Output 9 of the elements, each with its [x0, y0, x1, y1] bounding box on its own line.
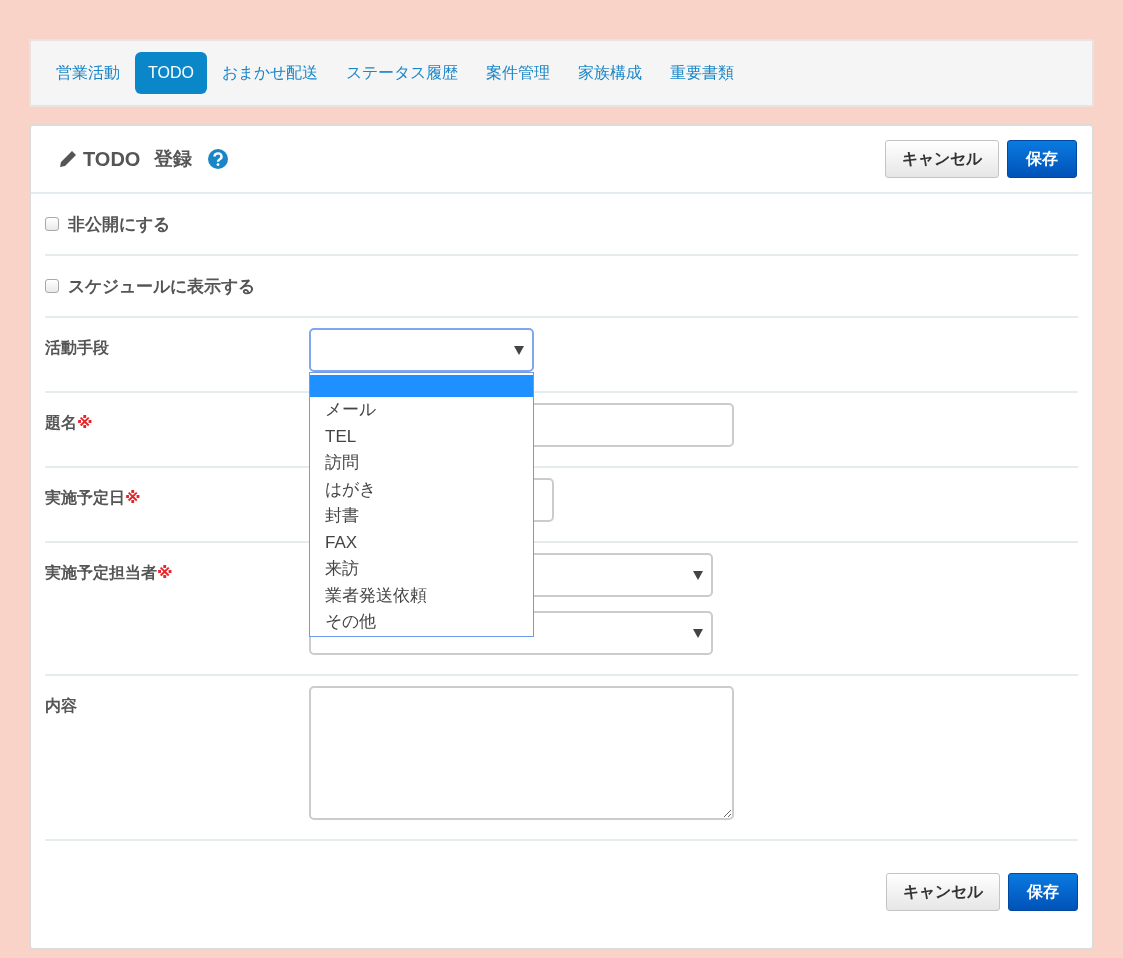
checkbox-label: スケジュールに表示する: [68, 275, 255, 298]
field-label: 活動手段: [45, 339, 109, 356]
field-label: 実施予定担当者※: [45, 564, 173, 581]
field-label: 題名※: [45, 414, 93, 431]
checkbox-label: 非公開にする: [68, 213, 170, 236]
field-label: 実施予定日※: [45, 489, 141, 506]
panel-subtitle: 登録: [154, 147, 193, 171]
field-label: 内容: [45, 697, 77, 714]
panel-title: TODO: [83, 147, 141, 171]
